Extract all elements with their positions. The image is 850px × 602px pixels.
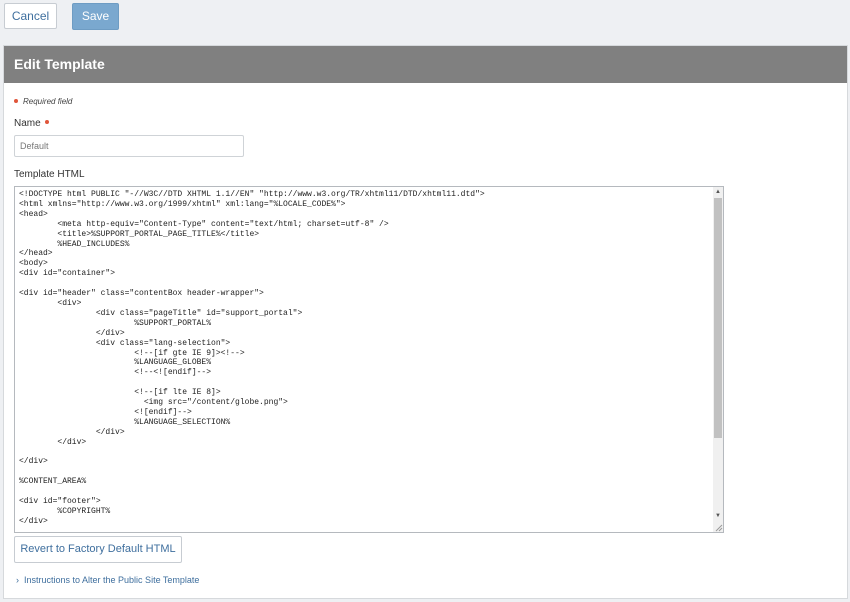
template-html-text[interactable]: <!DOCTYPE html PUBLIC "-//W3C//DTD XHTML… <box>19 190 707 527</box>
template-html-editor[interactable]: <!DOCTYPE html PUBLIC "-//W3C//DTD XHTML… <box>14 186 724 533</box>
name-label: Name <box>14 118 49 129</box>
resize-grip-icon[interactable] <box>713 522 723 532</box>
required-field-note: Required field <box>14 97 72 106</box>
required-dot-icon <box>44 120 49 125</box>
instructions-link-text[interactable]: Instructions to Alter the Public Site Te… <box>24 575 199 585</box>
name-input[interactable] <box>14 135 244 157</box>
save-button[interactable]: Save <box>72 3 119 30</box>
instructions-link[interactable]: › Instructions to Alter the Public Site T… <box>16 575 199 585</box>
name-label-text: Name <box>14 118 41 129</box>
top-toolbar: Cancel Save <box>0 0 850 38</box>
revert-to-default-button[interactable]: Revert to Factory Default HTML <box>14 536 182 563</box>
chevron-up-icon[interactable]: ▲ <box>714 188 722 196</box>
required-dot-icon <box>14 98 18 103</box>
template-html-label: Template HTML <box>14 169 85 180</box>
scrollbar-thumb[interactable] <box>714 198 722 438</box>
required-field-text: Required field <box>23 97 73 106</box>
panel-header: Edit Template <box>4 46 847 83</box>
chevron-down-icon[interactable]: ▼ <box>714 512 722 520</box>
panel-title: Edit Template <box>14 56 105 72</box>
chevron-right-icon: › <box>16 575 19 585</box>
vertical-scrollbar[interactable]: ▲ ▼ <box>713 187 723 532</box>
edit-template-panel: Edit Template Required field Name Templa… <box>3 45 848 599</box>
cancel-button[interactable]: Cancel <box>4 3 57 29</box>
